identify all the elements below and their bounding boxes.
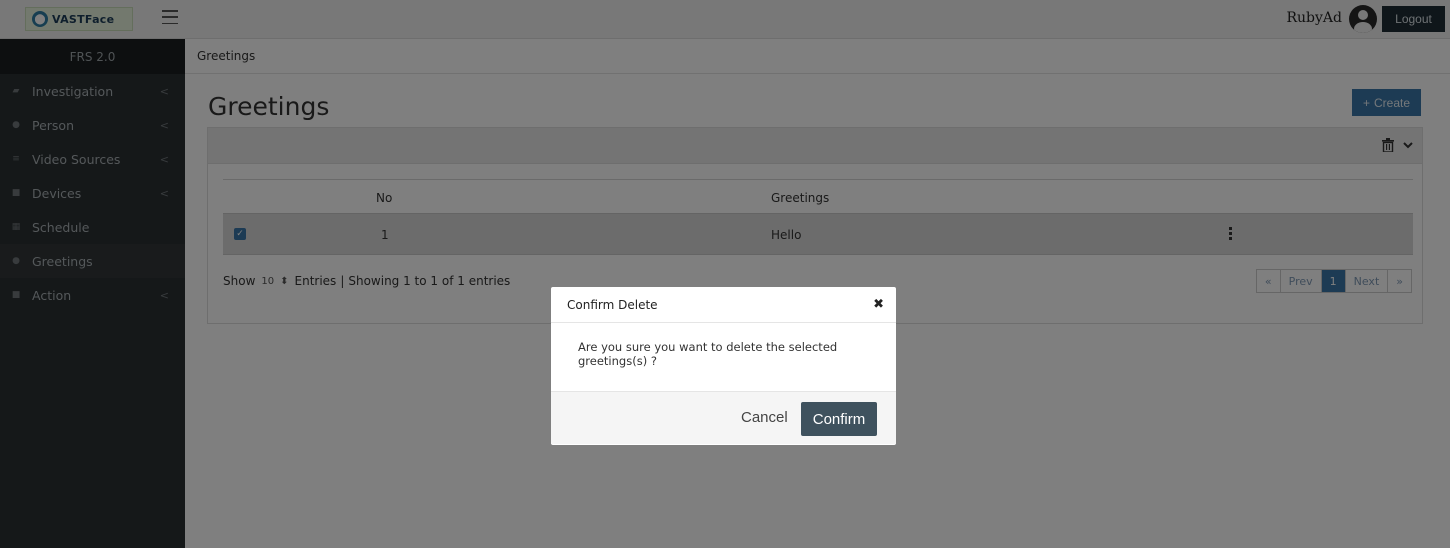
confirm-button[interactable]: Confirm [801, 402, 877, 436]
dialog-footer: Cancel Confirm [551, 392, 896, 444]
dialog-header: Confirm Delete ✖ [551, 287, 896, 323]
cancel-button[interactable]: Cancel [741, 409, 788, 426]
confirm-delete-dialog: Confirm Delete ✖ Are you sure you want t… [551, 287, 896, 445]
close-icon[interactable]: ✖ [873, 297, 884, 312]
dialog-body: Are you sure you want to delete the sele… [551, 323, 896, 392]
modal-backdrop[interactable] [0, 0, 1450, 548]
dialog-title: Confirm Delete [567, 298, 658, 312]
dialog-message: Are you sure you want to delete the sele… [578, 340, 838, 368]
